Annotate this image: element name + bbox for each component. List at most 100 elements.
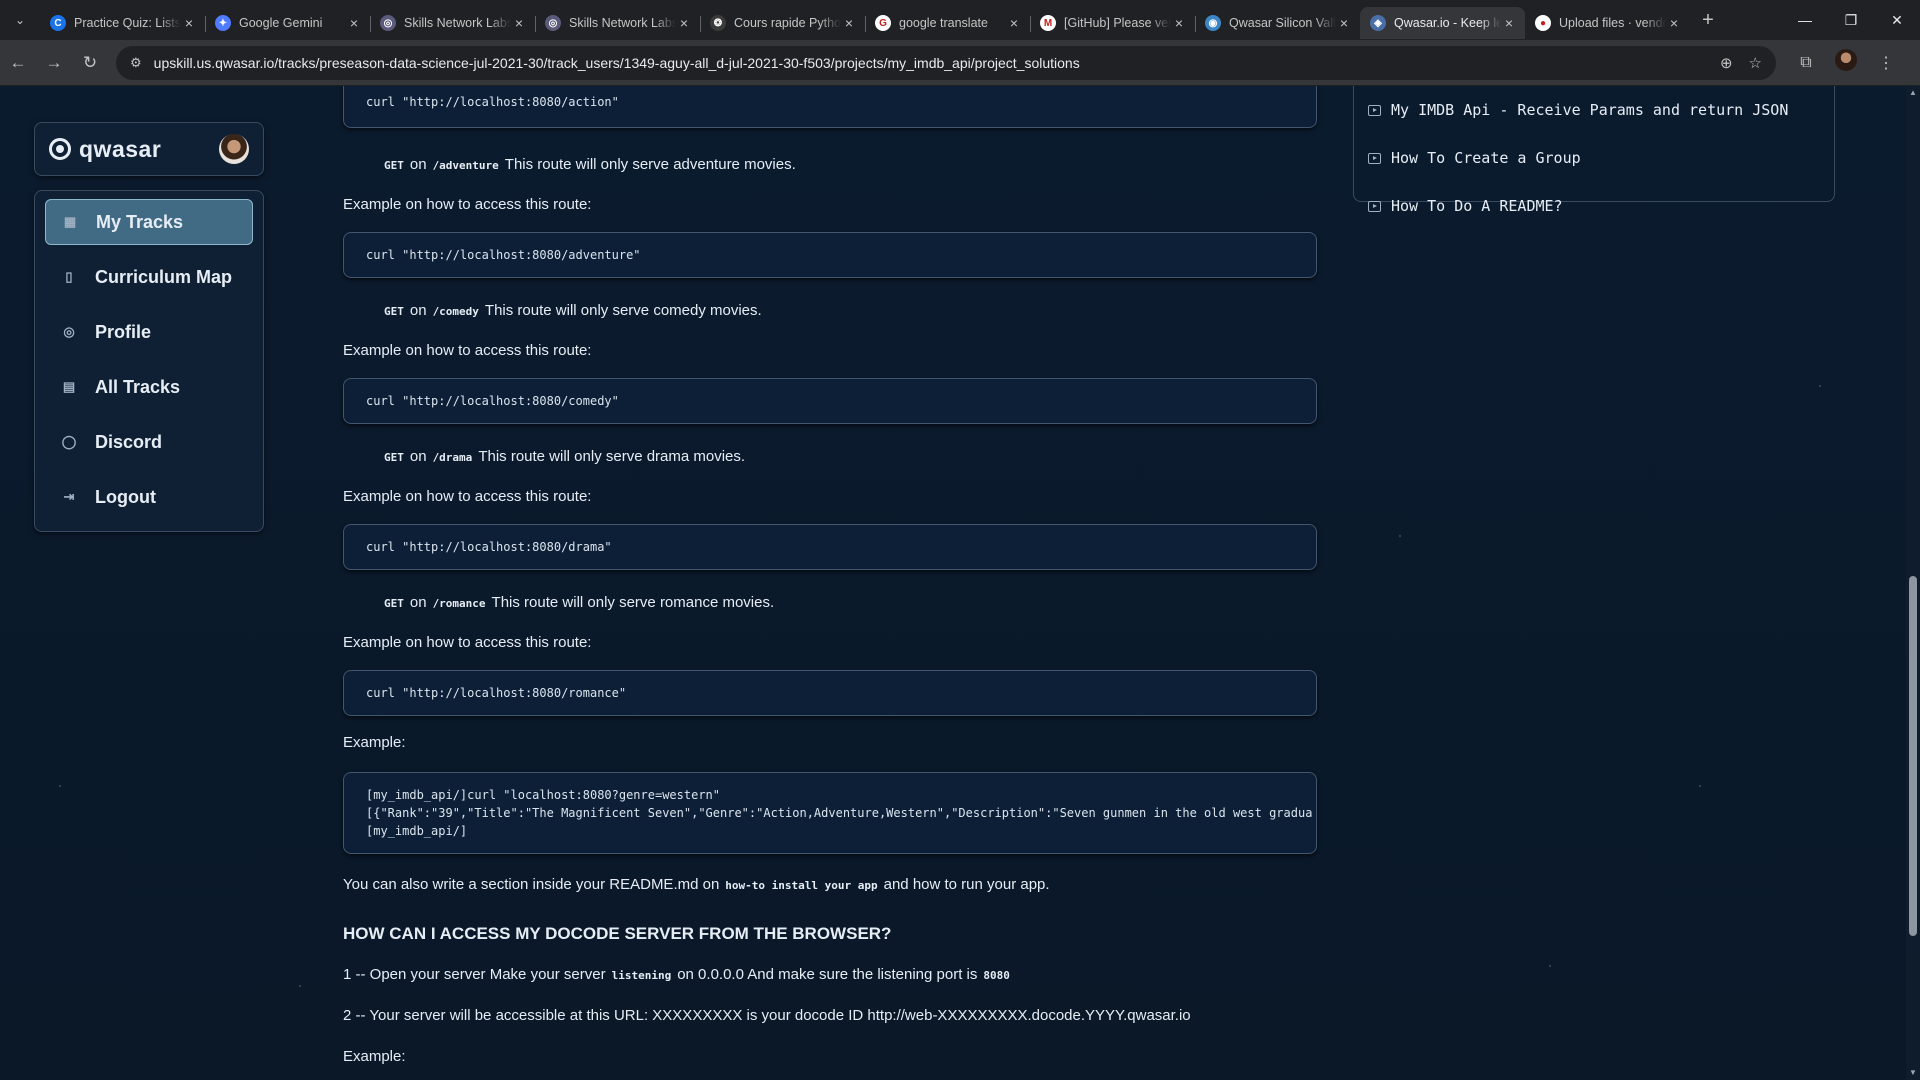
close-window-icon[interactable]: ✕ bbox=[1874, 12, 1920, 29]
map-icon: ▯ bbox=[65, 269, 73, 284]
tab-favicon-icon: ◎ bbox=[545, 15, 561, 31]
minimize-icon[interactable]: — bbox=[1782, 12, 1828, 29]
tab-favicon-icon: ◉ bbox=[1205, 15, 1221, 31]
code-block-romance: curl "http://localhost:8080/romance" bbox=[343, 670, 1317, 716]
route-drama: GET on/drama This route will only serve dr… bbox=[378, 448, 745, 465]
tab-favicon-icon: C bbox=[50, 15, 66, 31]
browser-menu-icon[interactable]: ⋮ bbox=[1866, 53, 1906, 73]
tab-close-icon[interactable]: × bbox=[1501, 15, 1517, 31]
browser-tab[interactable]: ◎ Skills Network Labs × bbox=[370, 7, 535, 39]
browser-tab[interactable]: M [GitHub] Please verify× bbox=[1030, 7, 1195, 39]
tab-close-icon[interactable]: × bbox=[181, 15, 197, 31]
brand-name[interactable]: qwasar bbox=[79, 136, 161, 163]
code-block-drama: curl "http://localhost:8080/drama" bbox=[343, 524, 1317, 570]
route-on: on bbox=[409, 594, 427, 611]
code-line: [my_imdb_api/]curl "localhost:8080?genre… bbox=[366, 788, 721, 802]
related-video-title[interactable]: How To Create a Group bbox=[1391, 149, 1581, 167]
qwasar-logo-icon[interactable] bbox=[49, 138, 71, 160]
forward-arrow-icon[interactable]: → bbox=[36, 53, 72, 73]
code-line: curl "http://localhost:8080/adventure" bbox=[366, 248, 641, 262]
tab-close-icon[interactable]: × bbox=[1006, 15, 1022, 31]
extensions-puzzle-icon[interactable]: ⧉ bbox=[1786, 54, 1826, 72]
tab-title: Practice Quiz: Lists bbox=[74, 16, 181, 30]
site-info-icon[interactable]: ⚙ bbox=[130, 55, 142, 71]
tab-close-icon[interactable]: × bbox=[1171, 15, 1187, 31]
browser-tab[interactable]: ◈ Qwasar.io - Keep learning× bbox=[1360, 7, 1525, 39]
grid-icon: ▦ bbox=[63, 214, 77, 229]
code-block-example: [my_imdb_api/]curl "localhost:8080?genre… bbox=[343, 772, 1317, 854]
url-text[interactable]: upskill.us.qwasar.io/tracks/preseason-da… bbox=[154, 55, 1704, 71]
brand-card: qwasar bbox=[34, 122, 264, 176]
example-label: Example: bbox=[343, 734, 406, 751]
browser-tab[interactable]: Ggoogle translate × bbox=[865, 7, 1030, 39]
tab-close-icon[interactable]: × bbox=[346, 15, 362, 31]
bookmark-star-icon[interactable]: ☆ bbox=[1749, 54, 1762, 72]
sidebar-item-profile[interactable]: ◎ Profile bbox=[45, 309, 253, 355]
browser-tab[interactable]: ❂ Cours rapide Python × bbox=[700, 7, 865, 39]
route-adventure: GET on/adventure This route will only serv… bbox=[378, 156, 796, 173]
tab-title: Skills Network Labs bbox=[569, 16, 676, 30]
tab-close-icon[interactable]: × bbox=[511, 15, 527, 31]
sidebar-item-all-tracks[interactable]: ▤ All Tracks bbox=[45, 364, 253, 410]
restore-icon[interactable]: ❐ bbox=[1828, 12, 1874, 29]
play-video-icon bbox=[1368, 104, 1381, 116]
related-video-title[interactable]: My IMDB Api - Receive Params and return … bbox=[1391, 101, 1788, 119]
tab-title: Qwasar.io - Keep learning bbox=[1394, 16, 1501, 30]
profile-avatar[interactable] bbox=[1826, 49, 1866, 76]
browser-tab-strip: ⌄ C Practice Quiz: Lists × ✦ Google Gemini × ◎… bbox=[0, 0, 1920, 40]
browser-tab[interactable]: ◉ Qwasar Silicon Valley× bbox=[1195, 7, 1360, 39]
related-video-link[interactable]: How To Do A README? bbox=[1368, 182, 1820, 230]
example-access-label: Example on how to access this route: bbox=[343, 342, 592, 359]
route-comedy: GET on/comedy This route will only serve c… bbox=[378, 302, 762, 319]
tab-favicon-icon: ◎ bbox=[380, 15, 396, 31]
example-access-label: Example on how to access this route: bbox=[343, 196, 592, 213]
sidebar-item-label: Profile bbox=[95, 321, 152, 342]
route-on: on bbox=[409, 156, 427, 173]
route-description: This route will only serve romance movie… bbox=[491, 594, 775, 611]
http-method: GET bbox=[384, 451, 404, 464]
reload-icon[interactable]: ↻ bbox=[72, 53, 108, 73]
logout-icon: ⇥ bbox=[63, 489, 75, 504]
back-arrow-icon[interactable]: ← bbox=[0, 53, 36, 73]
route-path: /romance bbox=[432, 597, 486, 610]
sidebar-item-label: Logout bbox=[95, 486, 156, 507]
route-on: on bbox=[409, 448, 427, 465]
sidebar-item-my-tracks[interactable]: ▦ My Tracks bbox=[45, 199, 253, 245]
code-line: curl "http://localhost:8080/drama" bbox=[366, 540, 612, 554]
user-avatar[interactable] bbox=[219, 134, 249, 164]
tab-search-chevron-icon[interactable]: ⌄ bbox=[0, 0, 40, 40]
sidebar-item-discord[interactable]: ◯ Discord bbox=[45, 419, 253, 465]
scrollbar-thumb[interactable] bbox=[1909, 576, 1917, 936]
code-block-adventure: curl "http://localhost:8080/adventure" bbox=[343, 232, 1317, 278]
sidebar-item-logout[interactable]: ⇥ Logout bbox=[45, 474, 253, 520]
chat-bubble-icon: ◯ bbox=[61, 434, 77, 449]
inline-code-port: 8080 bbox=[983, 969, 1010, 982]
related-video-title[interactable]: How To Do A README? bbox=[1391, 197, 1563, 215]
browser-tab[interactable]: ◎ Skills Network Labs × bbox=[535, 7, 700, 39]
tab-close-icon[interactable]: × bbox=[841, 15, 857, 31]
related-video-link[interactable]: My IMDB Api - Receive Params and return … bbox=[1368, 86, 1820, 134]
route-description: This route will only serve adventure mov… bbox=[504, 156, 796, 173]
browser-tab[interactable]: C Practice Quiz: Lists × bbox=[40, 7, 205, 39]
example-access-label: Example on how to access this route: bbox=[343, 488, 592, 505]
address-bar[interactable]: ⚙ upskill.us.qwasar.io/tracks/preseason-… bbox=[116, 45, 1776, 80]
example-access-label: Example on how to access this route: bbox=[343, 634, 592, 651]
new-tab-plus-icon[interactable]: + bbox=[1690, 9, 1726, 32]
sidebar-item-curriculum-map[interactable]: ▯ Curriculum Map bbox=[45, 254, 253, 300]
related-video-link[interactable]: How To Create a Group bbox=[1368, 134, 1820, 182]
tab-close-icon[interactable]: × bbox=[1336, 15, 1352, 31]
browser-tab[interactable]: ● Upload files · vendor × bbox=[1525, 7, 1690, 39]
readme-paragraph: You can also write a section inside your… bbox=[343, 876, 1050, 893]
step-2-paragraph: 2 -- Your server will be accessible at t… bbox=[343, 1007, 1191, 1024]
tab-favicon-icon: ◈ bbox=[1370, 15, 1386, 31]
code-line: curl "http://localhost:8080/romance" bbox=[366, 686, 627, 700]
scroll-up-arrow-icon[interactable]: ▲ bbox=[1906, 86, 1920, 100]
browser-tab[interactable]: ✦ Google Gemini × bbox=[205, 7, 370, 39]
page-scrollbar[interactable]: ▲ ▼ bbox=[1906, 86, 1920, 1080]
tab-close-icon[interactable]: × bbox=[676, 15, 692, 31]
code-block-comedy: curl "http://localhost:8080/comedy" bbox=[343, 378, 1317, 424]
scroll-down-arrow-icon[interactable]: ▼ bbox=[1906, 1066, 1920, 1080]
zoom-icon[interactable]: ⊕ bbox=[1720, 54, 1733, 72]
route-description: This route will only serve drama movies. bbox=[478, 448, 746, 465]
tab-close-icon[interactable]: × bbox=[1666, 15, 1682, 31]
